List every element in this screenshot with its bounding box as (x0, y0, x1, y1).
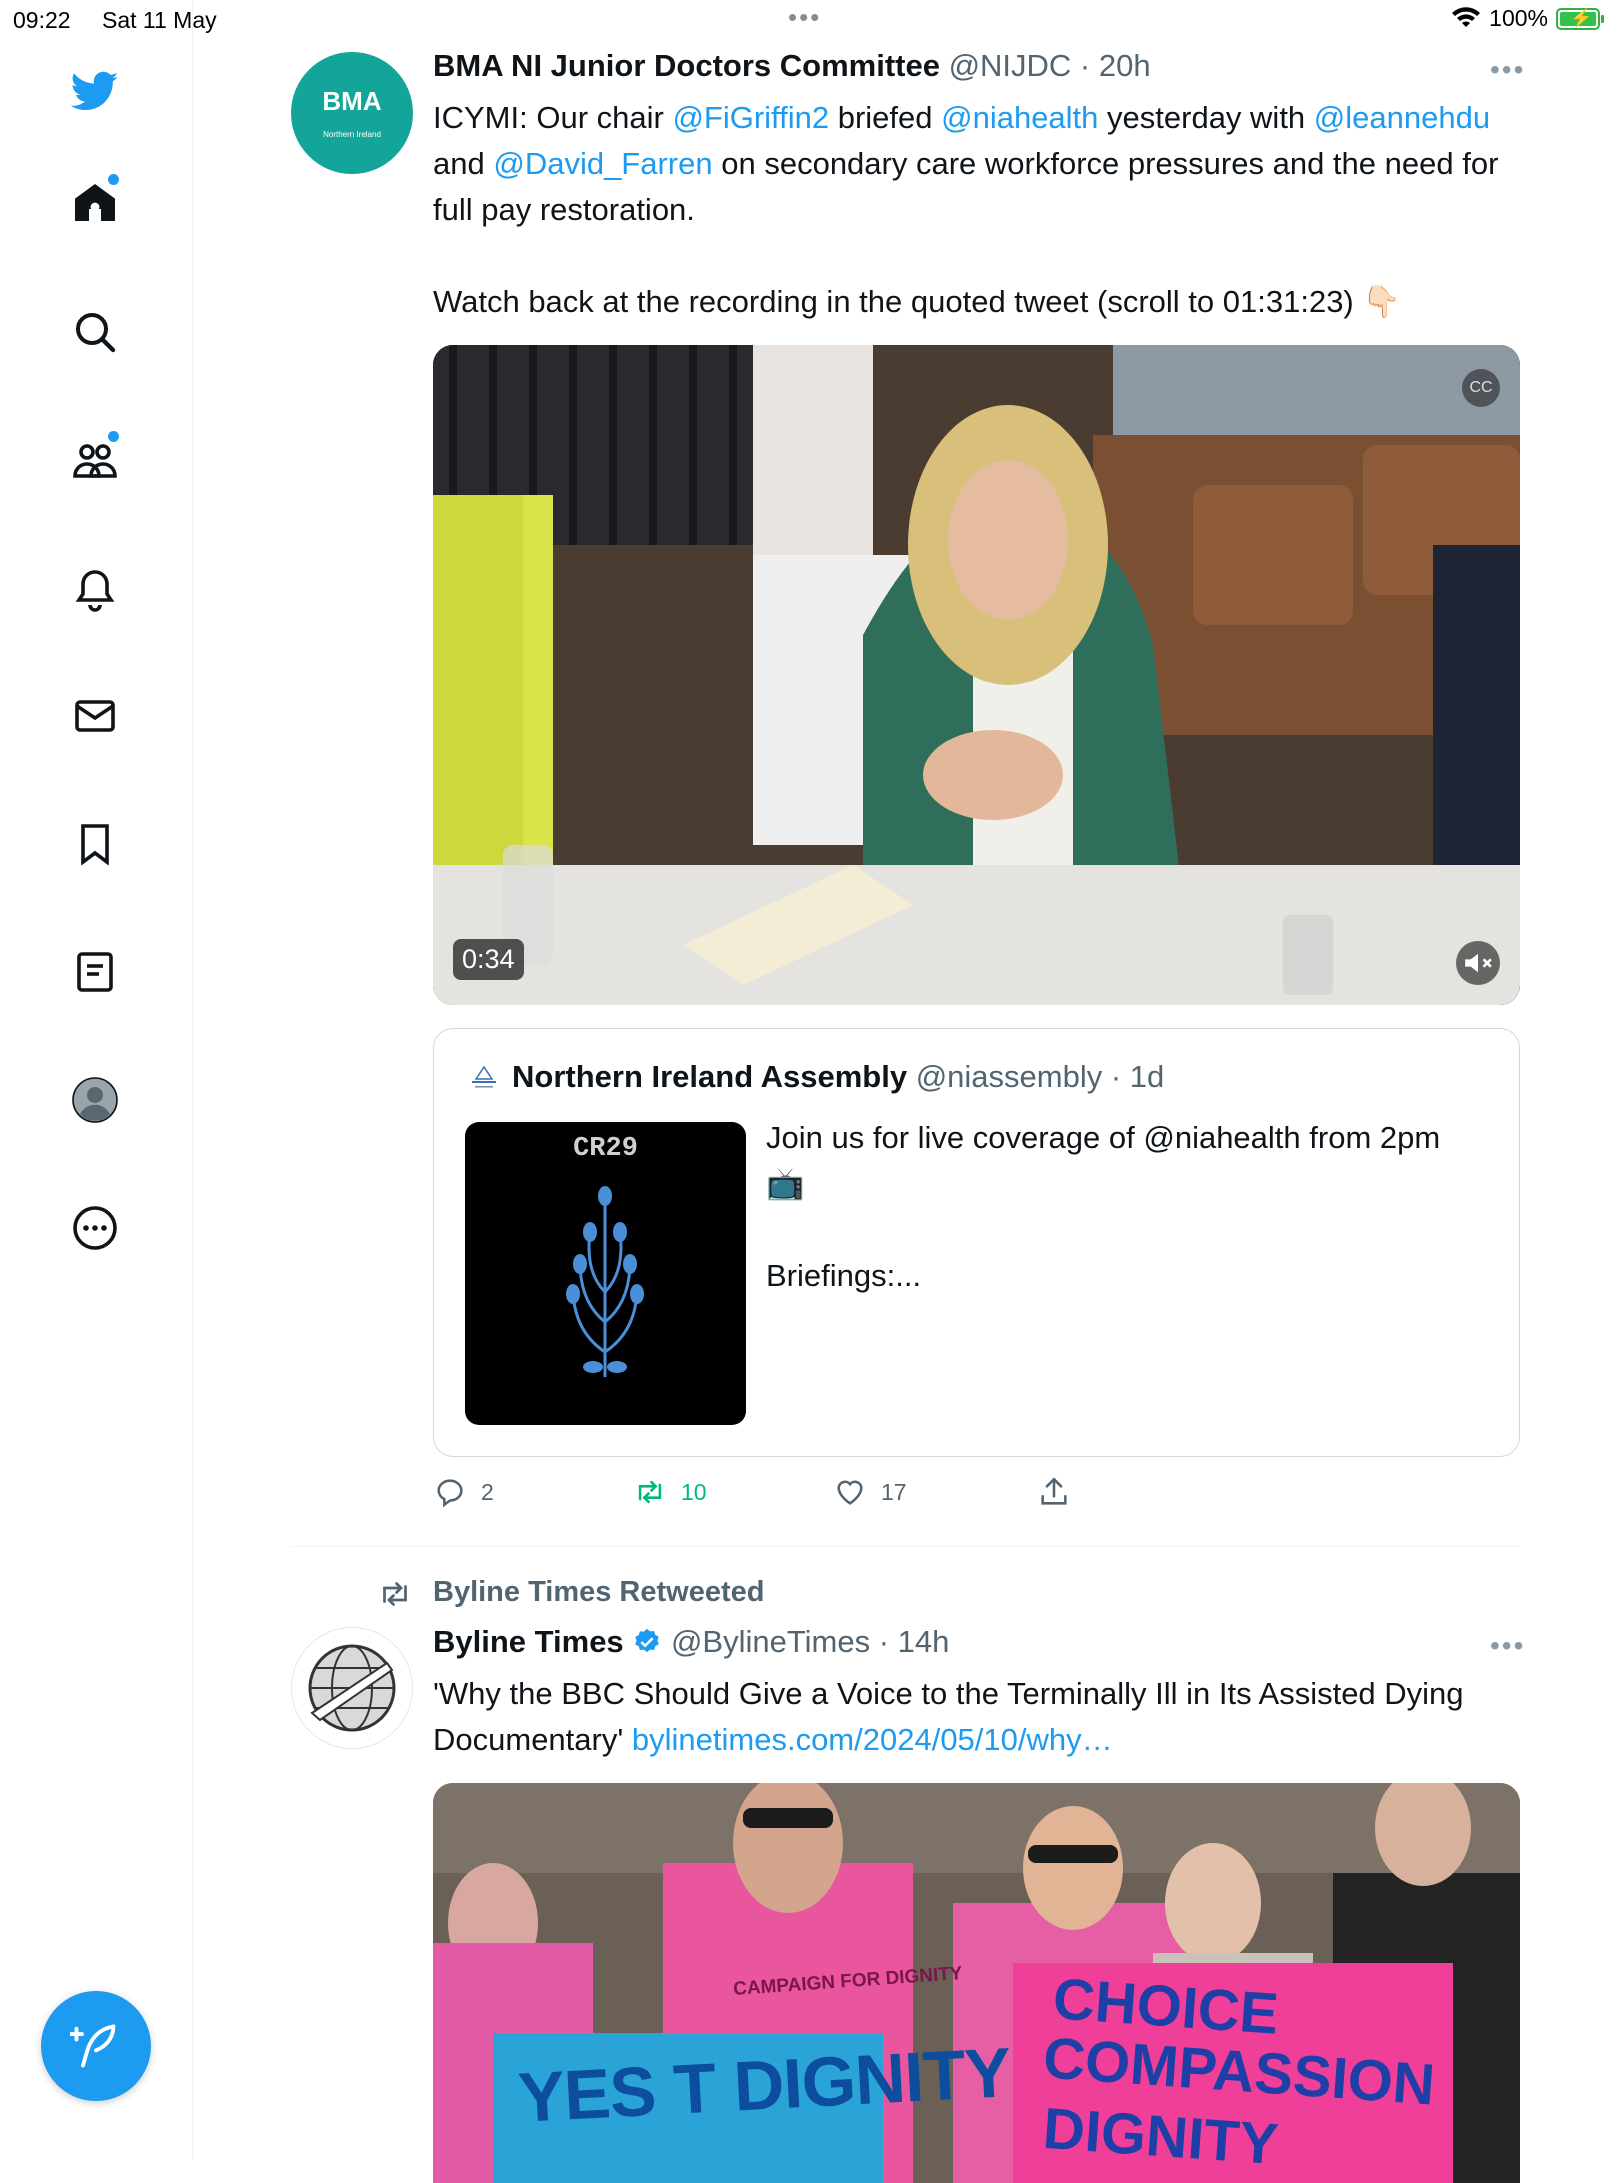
globe-logo-icon (308, 1644, 396, 1732)
quote-author-name: Northern Ireland Assembly (512, 1059, 908, 1094)
more-options-icon[interactable] (62, 1195, 128, 1261)
mention-link[interactable]: @niahealth (941, 100, 1098, 135)
ni-assembly-avatar-icon[interactable] (467, 1065, 501, 1091)
tweet1-text-part: briefed (829, 100, 942, 135)
captions-icon[interactable]: CC (1462, 369, 1500, 407)
reply-count: 2 (481, 1478, 494, 1505)
retweeted-indicator (374, 1576, 416, 1617)
quote-thumbnail: CR29 (465, 1122, 746, 1425)
reply-icon (437, 1479, 463, 1508)
video-duration: 0:34 (453, 939, 524, 980)
tweet1-text-part: yesterday with (1098, 100, 1314, 135)
notifications-icon[interactable] (62, 555, 128, 621)
thumbnail-label: CR29 (573, 1134, 638, 1164)
profile-avatar-icon[interactable] (62, 1067, 128, 1133)
bma-avatar[interactable]: BMA Northern Ireland (291, 52, 413, 174)
reply-button[interactable]: 2 (433, 1475, 494, 1509)
tweet2-photo[interactable]: CAMPAIGN FOR DIGNITY YES T DIGNITY CHOIC… (433, 1783, 1520, 2183)
flax-flower-emblem (566, 1186, 644, 1377)
home-icon[interactable] (62, 170, 128, 236)
heart-icon (837, 1480, 863, 1505)
like-count: 17 (881, 1478, 907, 1505)
tweet-divider (291, 1546, 1520, 1547)
sidebar (0, 0, 193, 2160)
compose-feather-icon (70, 2024, 116, 2068)
mention-link[interactable]: @David_Farren (493, 146, 712, 181)
tweet1-text-second-paragraph: Watch back at the recording in the quote… (433, 284, 1401, 319)
tweet2-more-button[interactable]: ••• (1490, 1630, 1525, 1662)
tweet2-author-name[interactable]: Byline Times (433, 1624, 624, 1659)
tweet1-more-button[interactable]: ••• (1490, 54, 1525, 86)
article-link[interactable]: bylinetimes.com/2024/05/10/why… (632, 1722, 1113, 1757)
avatar-logo-subtext: Northern Ireland (323, 130, 381, 139)
battery-icon: ⚡ (1556, 7, 1604, 30)
byline-times-avatar[interactable] (291, 1627, 413, 1749)
quoted-tweet[interactable]: Northern Ireland Assembly @niassembly · … (433, 1028, 1520, 1457)
communities-notification-dot (108, 431, 119, 442)
status-right: 100% ⚡ (1451, 5, 1604, 32)
share-button[interactable] (1037, 1475, 1071, 1509)
communities-icon[interactable] (62, 427, 128, 493)
video-frame (433, 345, 1520, 1005)
lists-icon[interactable] (62, 939, 128, 1005)
battery-percent: 100% (1489, 5, 1548, 31)
tweet2-text: 'Why the BBC Should Give a Voice to the … (433, 1671, 1533, 1763)
quote-handle-time: @niassembly · 1d (915, 1059, 1165, 1094)
quote-text-continued: Briefings:... (766, 1258, 922, 1293)
quote-text: Join us for live coverage of @niahealth … (766, 1120, 1441, 1201)
mention-link[interactable]: @FiGriffin2 (672, 100, 829, 135)
tweet1-text-part: and (433, 146, 494, 181)
tweet1-text: ICYMI: Our chair @FiGriffin2 briefed @ni… (433, 95, 1523, 233)
retweet-count: 10 (681, 1478, 707, 1505)
retweeted-icon (383, 1582, 407, 1606)
tweet1-header: BMA NI Junior Doctors Committee @NIJDC ·… (433, 48, 1151, 84)
quote-header: Northern Ireland Assembly @niassembly · … (512, 1059, 1164, 1095)
twitter-logo-icon[interactable] (62, 58, 128, 124)
multitasking-dots[interactable]: ••• (788, 2, 821, 33)
retweeted-label[interactable]: Byline Times Retweeted (433, 1576, 764, 1609)
share-icon (1041, 1477, 1067, 1505)
messages-icon[interactable] (62, 683, 128, 749)
retweet-button[interactable]: 10 (633, 1475, 707, 1509)
search-icon[interactable] (62, 299, 128, 365)
verified-badge-icon (635, 1628, 660, 1653)
tweet1-author-name[interactable]: BMA NI Junior Doctors Committee (433, 48, 940, 83)
retweet-icon (638, 1480, 662, 1504)
tweet1-text-part: ICYMI: Our chair (433, 100, 673, 135)
tweet1-handle-time[interactable]: @NIJDC · 20h (949, 48, 1151, 83)
bookmarks-icon[interactable] (62, 811, 128, 877)
mention-link[interactable]: @leannehdu (1314, 100, 1490, 135)
mute-icon[interactable] (1456, 941, 1500, 985)
status-bar: 09:22 Sat 11 May ••• 100% ⚡ (0, 0, 1620, 40)
tweet2-handle-time[interactable]: @BylineTimes · 14h (671, 1624, 949, 1659)
tweet1-video[interactable]: 0:34 CC (433, 345, 1520, 1005)
tweet2-header: Byline Times @BylineTimes · 14h (433, 1624, 949, 1660)
home-notification-dot (108, 174, 119, 185)
wifi-icon (1452, 6, 1481, 27)
like-button[interactable]: 17 (833, 1475, 907, 1509)
avatar-logo-text: BMA (322, 86, 382, 116)
compose-tweet-button[interactable] (41, 1991, 151, 2101)
